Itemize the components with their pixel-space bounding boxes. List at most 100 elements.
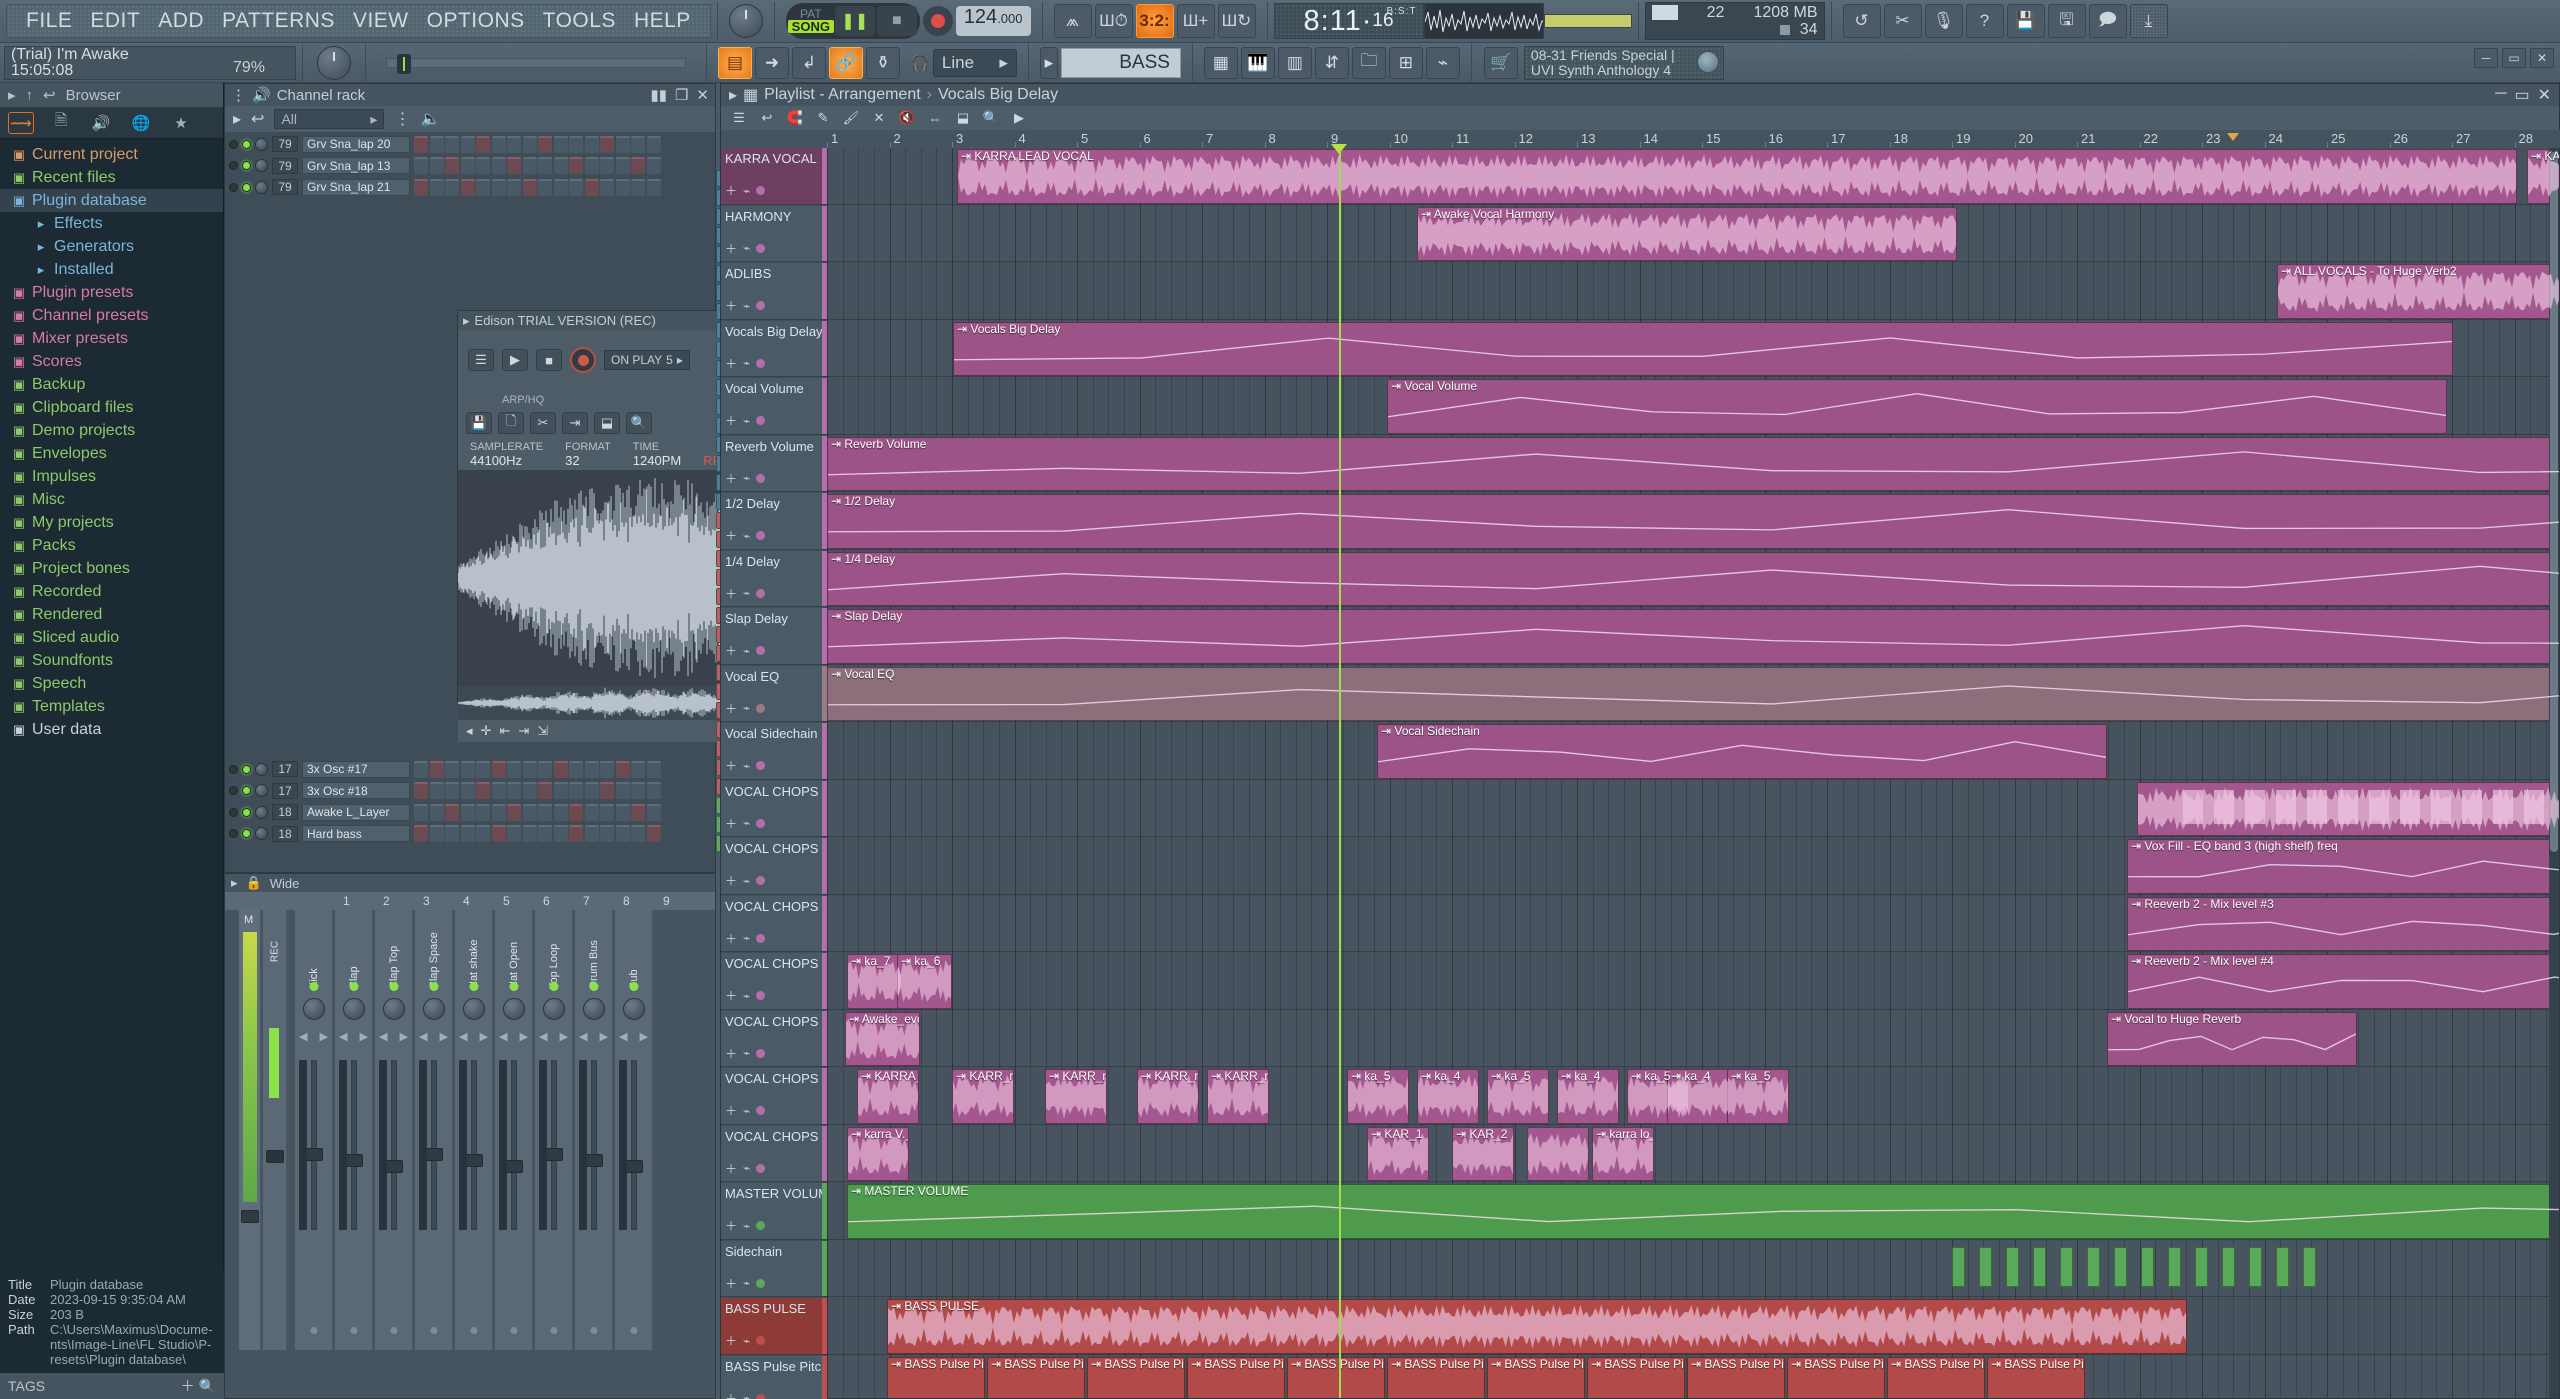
step-sequencer[interactable] (414, 825, 661, 842)
up-arrow-icon[interactable]: ↑ (26, 87, 34, 104)
step-button[interactable] (631, 157, 645, 174)
step-sequencer[interactable] (414, 782, 661, 799)
track-automation-icon[interactable]: ⌁ (743, 241, 750, 255)
mixer-icon[interactable]: ⇵ (1315, 47, 1349, 79)
step-button[interactable] (430, 761, 444, 778)
step-button[interactable] (430, 157, 444, 174)
mixer-strip-led[interactable] (589, 982, 598, 991)
step-button[interactable] (585, 825, 599, 842)
playlist-clip-small[interactable]: ⇥ KARR_rsed (1045, 1069, 1107, 1124)
browser-item-installed[interactable]: ▸ Installed (0, 258, 223, 281)
mixer-fader-track[interactable] (591, 1060, 597, 1230)
step-button[interactable] (616, 136, 630, 153)
playlist-track-header[interactable]: KARRA VOCAL ＋ ⌁ (721, 148, 827, 205)
track-automation-icon[interactable]: ⌁ (743, 759, 750, 773)
browser-item-current-project[interactable]: ▣ Current project (0, 143, 223, 166)
sidechain-pulse[interactable] (2303, 1247, 2316, 1287)
mixer-fader-track[interactable] (471, 1060, 477, 1230)
edison-save-icon[interactable]: 💾 (466, 412, 492, 434)
step-button[interactable] (476, 136, 490, 153)
step-button[interactable] (523, 804, 537, 821)
minimize-button[interactable]: ─ (2474, 48, 2498, 68)
typing-keyboard-icon[interactable]: ▤ (718, 47, 752, 79)
channel-pan-knob[interactable] (255, 138, 268, 151)
playlist-lane[interactable] (827, 1126, 2559, 1183)
mixer-strip-led[interactable] (469, 982, 478, 991)
playlist-clip[interactable] (2137, 782, 2559, 837)
step-button[interactable] (554, 825, 568, 842)
edison-play-icon[interactable]: ▶ (502, 349, 528, 371)
track-automation-icon[interactable]: ⌁ (743, 529, 750, 543)
mixer-pan-knob[interactable] (583, 998, 605, 1020)
playlist-clip-bass-pitch[interactable]: ⇥ BASS Pulse Pitch (1887, 1357, 1985, 1399)
step-button[interactable] (476, 179, 490, 196)
track-add-icon[interactable]: ＋ (725, 240, 737, 257)
mixer-strip[interactable]: Sub ◀ ▶ (615, 910, 653, 1350)
track-add-icon[interactable]: ＋ (725, 1102, 737, 1119)
edison-right-icon[interactable]: ⇥ (518, 723, 529, 739)
mixer-fader[interactable] (625, 1160, 643, 1173)
track-automation-icon[interactable]: ⌁ (743, 1276, 750, 1290)
step-button[interactable] (414, 157, 428, 174)
track-add-icon[interactable]: ＋ (725, 355, 737, 372)
channel-pan-knob[interactable] (255, 181, 268, 194)
playlist-delete-icon[interactable]: ✕ (869, 109, 889, 127)
step-button[interactable] (492, 179, 506, 196)
mixer-pan-knob[interactable] (543, 998, 565, 1020)
step-button[interactable] (523, 179, 537, 196)
track-add-icon[interactable]: ＋ (725, 700, 737, 717)
sidechain-pulse[interactable] (2060, 1247, 2073, 1287)
mixer-pan-knob[interactable] (423, 998, 445, 1020)
step-button[interactable] (554, 804, 568, 821)
track-color-dot[interactable] (756, 301, 765, 310)
playlist-clip-bass-pitch[interactable]: ⇥ BASS Pulse Pitch (1987, 1357, 2085, 1399)
track-add-icon[interactable]: ＋ (725, 1332, 737, 1349)
edison-trim-icon[interactable]: ⇥ (562, 412, 588, 434)
step-button[interactable] (523, 157, 537, 174)
edison-onplay-select[interactable]: ON PLAY 5 ▸ (604, 350, 690, 370)
browser-item-channel-presets[interactable]: ▣ Channel presets (0, 304, 223, 327)
step-sequencer[interactable] (414, 157, 661, 174)
multilink-icon[interactable]: ⚱ (866, 47, 900, 79)
track-color-dot[interactable] (756, 1049, 765, 1058)
mixer-route-left-icon[interactable]: ◀ (299, 1030, 307, 1043)
shop-cart-icon[interactable]: 🛒 (1484, 47, 1518, 79)
channel-name[interactable]: Grv Sna_lap 20 (302, 136, 410, 153)
playlist-clip[interactable]: ⇥ Vocal EQ (827, 667, 2559, 722)
mixer-strip[interactable]: Hat Open ◀ ▶ (495, 910, 533, 1350)
shuffle-slider[interactable] (386, 58, 686, 68)
channel-name[interactable]: Awake L_Layer (302, 804, 410, 821)
pitch-knob[interactable] (317, 46, 351, 80)
playlist-maximize-icon[interactable]: ▭ (2514, 85, 2529, 105)
step-button[interactable] (492, 157, 506, 174)
playlist-timeline-ruler[interactable]: 1 2 3 4 5 6 7 8 9 10 11 12 13 14 15 16 17 18 19 20 21 22 23 24 2… (721, 130, 2560, 148)
step-button[interactable] (569, 782, 583, 799)
chevron-right-icon[interactable]: ▸ (231, 875, 238, 891)
sidechain-pulse[interactable] (2249, 1247, 2262, 1287)
playlist-track-header[interactable]: VOCAL CHOPS 3 ＋ ⌁ (721, 896, 827, 953)
track-color-dot[interactable] (756, 646, 765, 655)
step-button[interactable] (554, 179, 568, 196)
channel-rack-icon[interactable]: ▥ (1278, 47, 1312, 79)
step-button[interactable] (414, 782, 428, 799)
track-color-dot[interactable] (756, 1106, 765, 1115)
playlist-clip[interactable]: ⇥ 1/2 Delay (827, 494, 2559, 549)
track-automation-icon[interactable]: ⌁ (743, 1391, 750, 1399)
channel-row[interactable]: 17 3x Osc #18 (229, 781, 711, 801)
sidechain-pulse[interactable] (1952, 1247, 1965, 1287)
browser-item-templates[interactable]: ▣ Templates (0, 695, 223, 718)
playlist-track-header[interactable]: 1/2 Delay ＋ ⌁ (721, 493, 827, 550)
track-automation-icon[interactable]: ⌁ (743, 816, 750, 830)
undo-icon[interactable]: ↩ (251, 109, 264, 129)
track-automation-icon[interactable]: ⌁ (743, 1104, 750, 1118)
channel-led[interactable] (229, 140, 238, 149)
channel-name[interactable]: 3x Osc #17 (302, 761, 410, 778)
track-color-dot[interactable] (756, 876, 765, 885)
playlist-clip-small[interactable]: ⇥ KARRA_rsed (857, 1069, 919, 1124)
close-button[interactable]: ✕ (2530, 48, 2554, 68)
playlist-minimize-icon[interactable]: ─ (2495, 85, 2506, 105)
pattern-song-switch[interactable]: PAT SONG (789, 9, 833, 33)
step-button[interactable] (492, 136, 506, 153)
step-button[interactable] (461, 761, 475, 778)
menu-item-file[interactable]: FILE (17, 9, 81, 33)
